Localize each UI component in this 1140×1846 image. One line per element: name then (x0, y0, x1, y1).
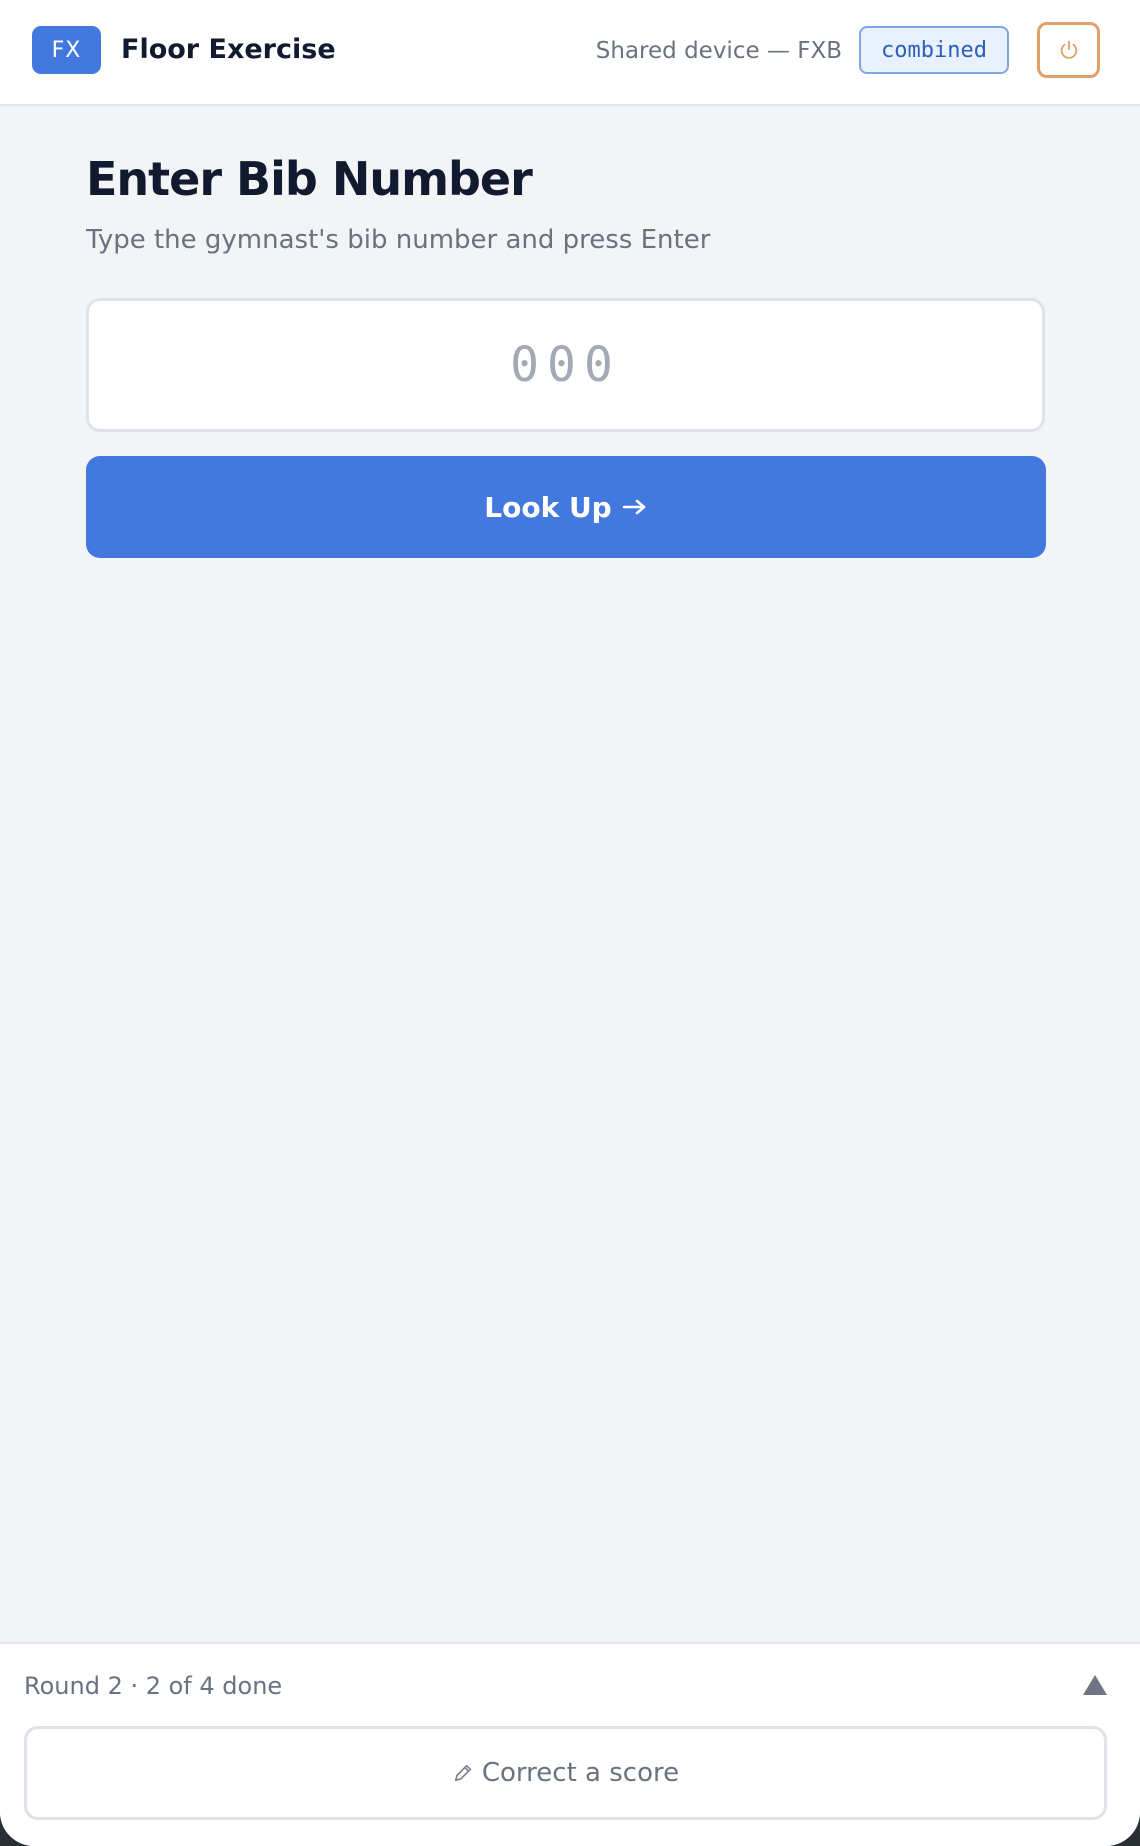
device-label: Shared device — FXB (595, 38, 842, 64)
mode-badge: combined (859, 26, 1009, 74)
round-status: Round 2 · 2 of 4 done (24, 1672, 283, 1700)
round-footer: Round 2 · 2 of 4 done Correct a score (0, 1642, 1140, 1846)
correct-score-button[interactable]: Correct a score (24, 1726, 1107, 1820)
power-icon (1060, 40, 1077, 59)
correct-score-label: Correct a score (481, 1758, 680, 1788)
look-up-label: Look Up (484, 490, 612, 524)
page-subtitle: Type the gymnast's bib number and press … (86, 225, 711, 255)
event-badge: FX (32, 26, 101, 74)
logout-button[interactable] (1037, 22, 1100, 78)
top-bar: FX Floor Exercise Shared device — FXB co… (0, 0, 1140, 106)
arrow-right-icon (622, 499, 646, 515)
page-title: Enter Bib Number (86, 152, 533, 206)
pencil-icon (454, 1764, 472, 1782)
app-window: FX Floor Exercise Shared device — FXB co… (0, 0, 1140, 1846)
expand-toggle-button[interactable] (1080, 1670, 1110, 1700)
bib-number-input[interactable] (86, 298, 1045, 432)
event-title: Floor Exercise (121, 34, 336, 65)
look-up-button[interactable]: Look Up (86, 456, 1046, 558)
triangle-up-icon (1083, 1675, 1107, 1695)
